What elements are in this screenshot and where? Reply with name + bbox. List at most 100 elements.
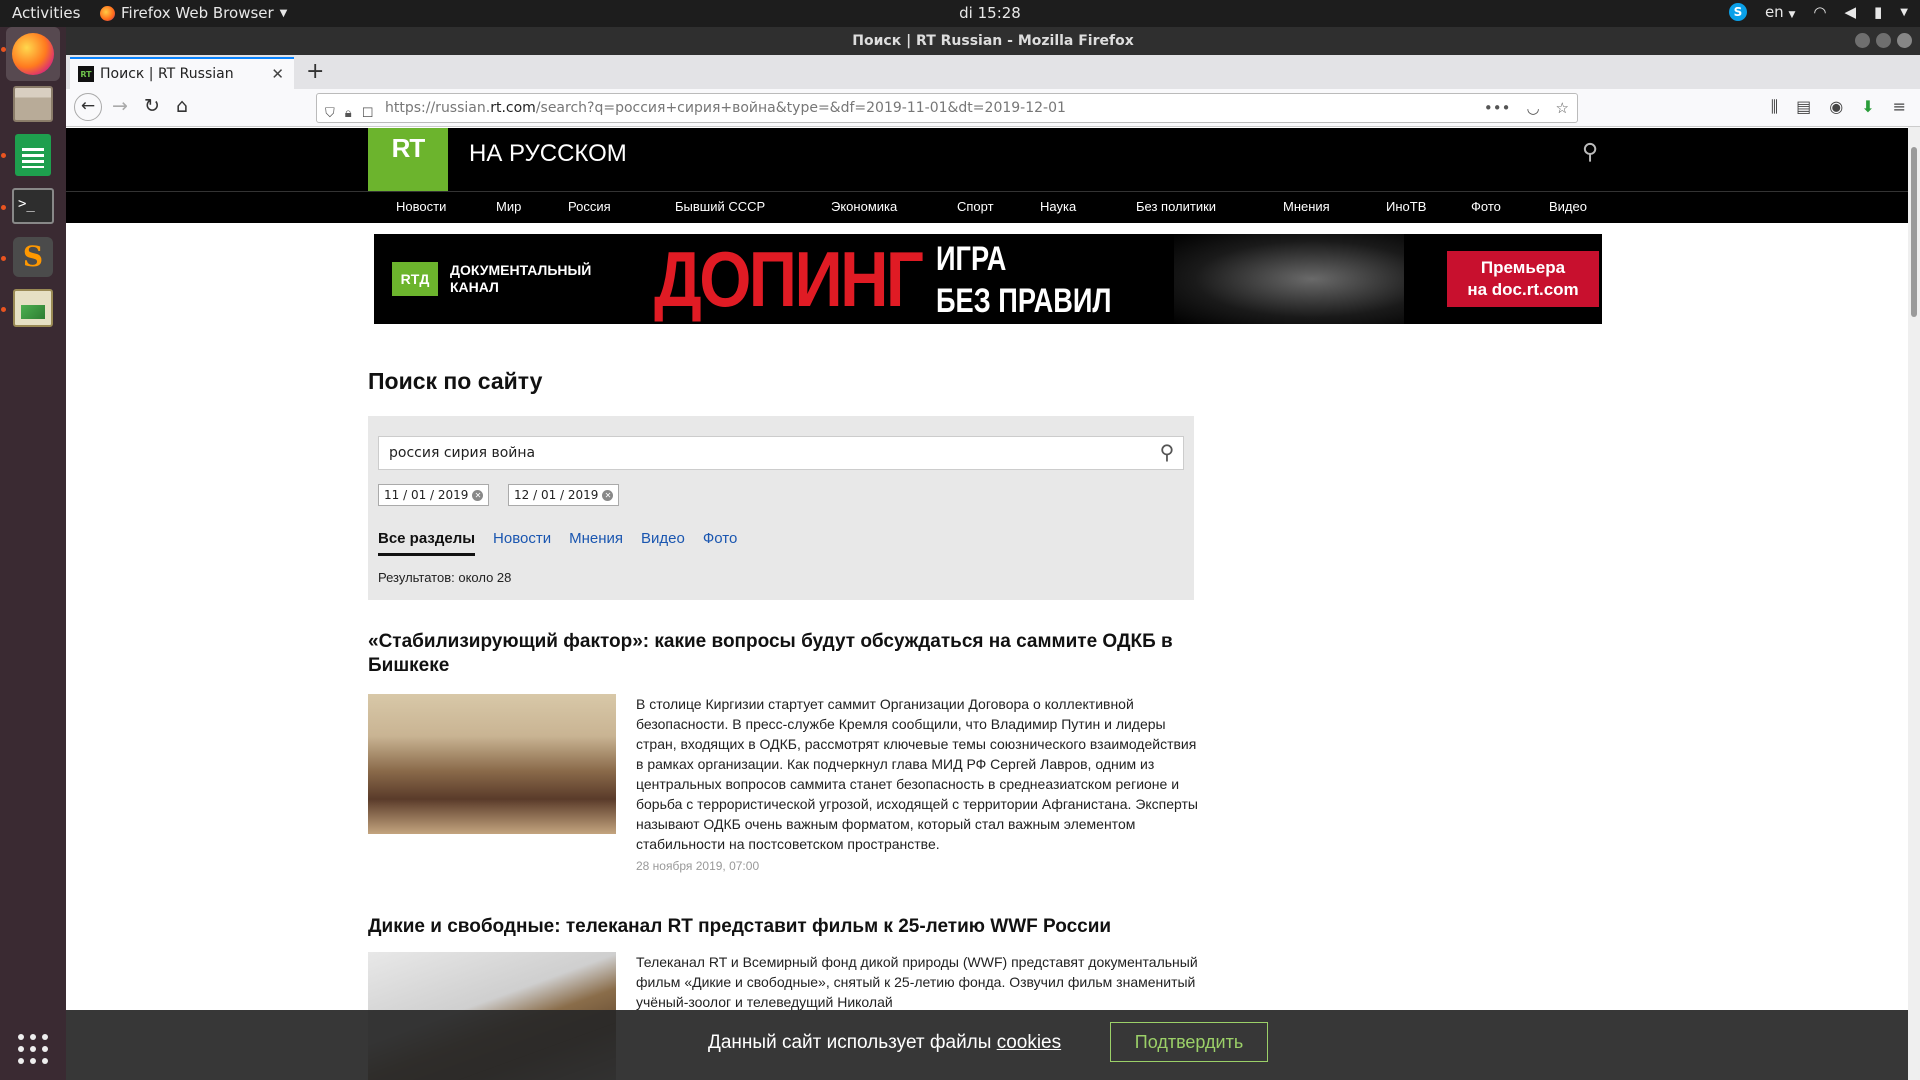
files-icon — [13, 86, 53, 122]
nav-item[interactable]: Видео — [1549, 199, 1587, 214]
banner-headline: ДОПИНГ — [654, 235, 924, 323]
library-icon[interactable]: ⫼ — [1771, 97, 1778, 117]
url-bar[interactable]: ⛉ 🔒︎ ☐ https://russian.rt.com/search?q=р… — [316, 93, 1578, 123]
show-applications-icon[interactable] — [18, 1034, 48, 1064]
banner-cta-button[interactable]: Премьера на doc.rt.com — [1447, 251, 1599, 307]
window-title-bar: Поиск | RT Russian - Mozilla Firefox — [66, 27, 1920, 55]
chevron-down-icon: ▼ — [279, 7, 288, 19]
result-snippet: В столице Киргизии стартует саммит Орган… — [636, 696, 1198, 852]
tab-title: Поиск | RT Russian — [100, 66, 234, 82]
dock-firefox[interactable] — [6, 27, 60, 81]
nav-item[interactable]: Новости — [396, 199, 446, 214]
launcher-dock: >_ S — [0, 27, 66, 1080]
skype-icon[interactable]: S — [1728, 3, 1747, 21]
browser-tab[interactable]: RT Поиск | RT Russian ✕ — [70, 57, 294, 89]
dock-files[interactable] — [6, 77, 60, 131]
clock[interactable]: di 15:28 — [940, 4, 1040, 22]
extension-icon[interactable]: ⬇ — [1861, 97, 1874, 117]
search-icon[interactable]: ⚲ — [1150, 436, 1184, 470]
nav-item[interactable]: Россия — [568, 199, 611, 214]
result-thumbnail[interactable] — [368, 694, 616, 834]
new-tab-button[interactable]: + — [306, 59, 324, 84]
dock-image-viewer[interactable] — [6, 281, 60, 335]
search-input[interactable]: россия сирия война — [378, 436, 1184, 470]
bookmark-star-icon[interactable]: ☆ — [1556, 94, 1569, 122]
ad-banner[interactable]: RTД ДОКУМЕНТАЛЬНЫЙ КАНАЛ ДОПИНГ ИГРА БЕЗ… — [374, 234, 1602, 324]
cookie-message: Данный сайт использует файлы cookies — [708, 1032, 1061, 1054]
banner-runner-image — [1174, 234, 1404, 324]
wifi-icon[interactable]: ◠ — [1813, 3, 1826, 21]
language-indicator[interactable]: en ▼ — [1765, 3, 1795, 21]
back-button[interactable]: ← — [74, 93, 102, 121]
banner-subline: ИГРА БЕЗ ПРАВИЛ — [936, 238, 1112, 322]
close-window-button[interactable] — [1897, 33, 1912, 48]
tab-video[interactable]: Видео — [641, 530, 685, 556]
activities-button[interactable]: Activities — [12, 4, 80, 22]
battery-icon[interactable]: ▮ — [1874, 3, 1882, 21]
clear-icon[interactable]: ✕ — [602, 490, 614, 501]
nav-item[interactable]: Мир — [496, 199, 521, 214]
site-title[interactable]: НА РУССКОМ — [469, 140, 627, 168]
system-tray: S en ▼ ◠ ◀ ▮ ▼ — [1728, 3, 1908, 21]
page-scrollbar[interactable] — [1908, 127, 1920, 1080]
forward-button[interactable]: → — [112, 95, 128, 117]
menu-icon[interactable]: ≡ — [1893, 97, 1906, 117]
cookies-link[interactable]: cookies — [997, 1032, 1061, 1053]
date-to-value: 12 / 01 / 2019 — [514, 488, 599, 502]
nav-item[interactable]: ИноТВ — [1386, 199, 1426, 214]
result-title[interactable]: «Стабилизирующий фактор»: какие вопросы … — [368, 630, 1198, 678]
sublime-text-icon: S — [13, 237, 53, 277]
url-host: rt.com — [490, 100, 536, 116]
date-from-field[interactable]: 11 / 01 / 2019 ✕ — [378, 484, 490, 506]
maximize-button[interactable] — [1876, 33, 1891, 48]
close-tab-icon[interactable]: ✕ — [271, 65, 284, 83]
sidebar-icon[interactable]: ▤ — [1796, 97, 1811, 117]
terminal-icon: >_ — [12, 188, 54, 224]
result-date: 28 ноября 2019, 07:00 — [636, 859, 760, 873]
permissions-icon[interactable]: ☐ — [362, 100, 374, 128]
confirm-cookies-button[interactable]: Подтвердить — [1110, 1022, 1268, 1062]
site-search-icon[interactable]: ⚲ — [1582, 140, 1598, 165]
dock-sublime[interactable]: S — [6, 230, 60, 284]
shield-icon[interactable]: ⛉ — [325, 100, 335, 128]
app-menu[interactable]: Firefox Web Browser ▼ — [100, 4, 287, 22]
minimize-button[interactable] — [1855, 33, 1870, 48]
result-title[interactable]: Дикие и свободные: телеканал RT представ… — [368, 915, 1198, 939]
nav-item[interactable]: Наука — [1040, 199, 1076, 214]
date-from-value: 11 / 01 / 2019 — [384, 488, 469, 502]
tab-photo[interactable]: Фото — [703, 530, 737, 556]
home-button[interactable]: ⌂ — [176, 95, 188, 117]
image-viewer-icon — [13, 289, 53, 327]
url-rest: /search?q=россия+сирия+война&type=&df=20… — [535, 100, 1066, 116]
tab-news[interactable]: Новости — [493, 530, 551, 556]
nav-item[interactable]: Спорт — [957, 199, 994, 214]
pocket-icon[interactable]: ◡ — [1526, 94, 1539, 122]
navigation-toolbar: ← → ↻ ⌂ ⛉ 🔒︎ ☐ https://russian.rt.com/se… — [66, 89, 1920, 127]
page-actions-icon[interactable]: ••• — [1484, 94, 1511, 122]
account-icon[interactable]: ◉ — [1829, 97, 1843, 117]
lock-icon[interactable]: 🔒︎ — [345, 100, 352, 128]
banner-channel: ДОКУМЕНТАЛЬНЫЙ КАНАЛ — [450, 262, 591, 296]
date-to-field[interactable]: 12 / 01 / 2019 ✕ — [508, 484, 620, 506]
tab-all-sections[interactable]: Все разделы — [378, 530, 476, 556]
nav-item[interactable]: Мнения — [1283, 199, 1330, 214]
nav-item[interactable]: Бывший СССР — [675, 199, 765, 214]
nav-item[interactable]: Фото — [1471, 199, 1501, 214]
cookie-text: Данный сайт использует файлы — [708, 1032, 997, 1053]
tab-strip: RT Поиск | RT Russian ✕ + — [66, 55, 1920, 89]
dock-calc[interactable] — [6, 128, 60, 182]
volume-icon[interactable]: ◀ — [1844, 3, 1856, 21]
tab-opinions[interactable]: Мнения — [569, 530, 623, 556]
chevron-down-icon[interactable]: ▼ — [1900, 7, 1908, 18]
reload-button[interactable]: ↻ — [144, 95, 160, 117]
rt-logo[interactable]: RT — [368, 128, 448, 191]
dock-terminal[interactable]: >_ — [6, 179, 60, 233]
result-body: Телеканал RT и Всемирный фонд дикой прир… — [636, 952, 1202, 1012]
clear-icon[interactable]: ✕ — [472, 490, 484, 501]
nav-item[interactable]: Без политики — [1136, 199, 1216, 214]
banner-subline1: ИГРА — [936, 240, 1007, 278]
nav-item[interactable]: Экономика — [831, 199, 897, 214]
app-menu-label: Firefox Web Browser — [121, 4, 274, 22]
scrollbar-thumb[interactable] — [1911, 147, 1917, 317]
spreadsheet-icon — [15, 134, 51, 176]
